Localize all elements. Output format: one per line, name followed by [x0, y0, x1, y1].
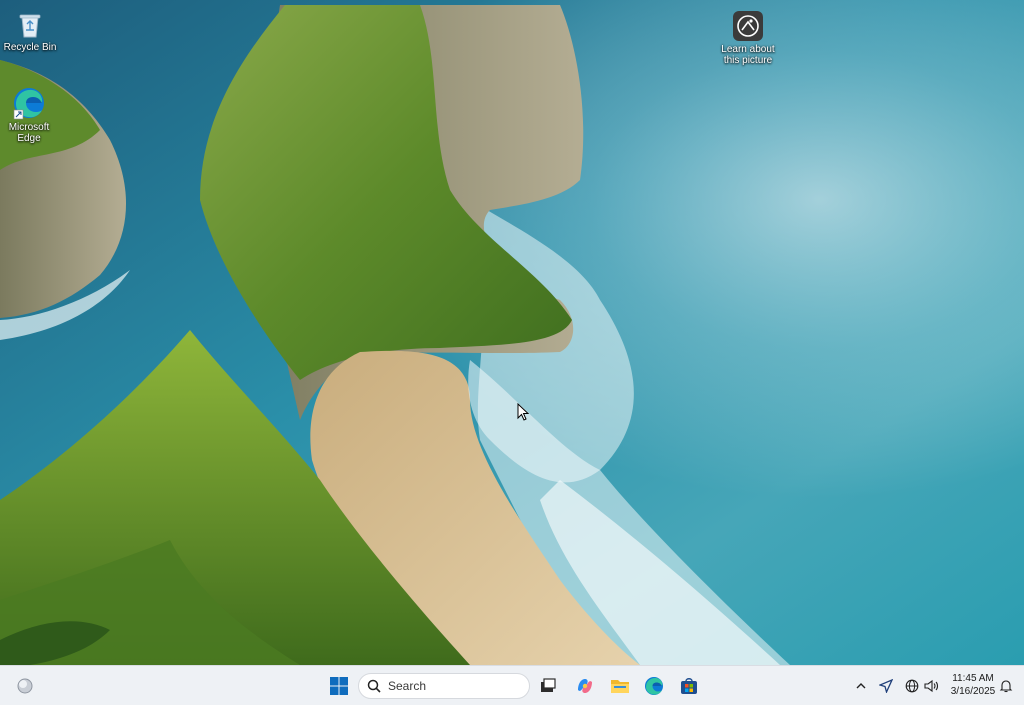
clock-time: 11:45 AM [952, 673, 994, 684]
edge-icon [645, 677, 663, 695]
store-icon [681, 678, 697, 694]
microsoft-edge-desktop-icon[interactable]: Microsoft Edge [0, 86, 61, 144]
clock-button[interactable]: 11:45 AM 3/16/2025 [944, 672, 1002, 698]
desktop[interactable]: Recycle Bin Microsoft Edge Learn about t… [0, 0, 1024, 665]
search-icon [367, 679, 381, 693]
windows-logo-icon [330, 677, 348, 695]
camera-info-icon [733, 11, 763, 41]
edge-taskbar-button[interactable] [641, 673, 667, 699]
volume-button[interactable] [922, 677, 940, 695]
start-button[interactable] [326, 673, 352, 699]
location-icon [879, 679, 893, 693]
widgets-button[interactable] [12, 673, 38, 699]
recycle-bin-desktop-icon[interactable]: Recycle Bin [0, 10, 62, 53]
chevron-up-icon [856, 683, 866, 689]
network-button[interactable] [903, 677, 921, 695]
notifications-button[interactable] [997, 677, 1015, 695]
taskbar: Search 11:45 AM 3/16/2025 [0, 665, 1024, 705]
recycle-bin-label: Recycle Bin [3, 42, 57, 53]
store-button[interactable] [676, 673, 702, 699]
speaker-icon [923, 679, 938, 693]
location-button[interactable] [877, 677, 895, 695]
taskbar-search-box[interactable]: Search [358, 673, 530, 699]
edge-icon [13, 88, 44, 120]
search-placeholder: Search [388, 679, 427, 693]
clock-date: 3/16/2025 [950, 686, 996, 697]
task-view-icon [541, 678, 556, 692]
folder-icon [611, 680, 629, 693]
recycle-bin-icon [19, 14, 41, 38]
learn-about-picture-desktop-icon[interactable]: Learn about this picture [716, 10, 780, 66]
show-hidden-icons-button[interactable] [852, 677, 870, 695]
copilot-icon [578, 679, 592, 693]
globe-icon [905, 679, 919, 693]
copilot-button[interactable] [572, 673, 598, 699]
mouse-pointer-icon [517, 403, 529, 421]
weather-widget-icon [17, 678, 33, 694]
task-view-button[interactable] [535, 673, 561, 699]
learn-about-picture-label: Learn about this picture [721, 44, 775, 66]
wallpaper-image [0, 0, 1024, 665]
file-explorer-button[interactable] [607, 673, 633, 699]
microsoft-edge-label: Microsoft Edge [8, 122, 50, 144]
bell-icon [999, 680, 1013, 693]
